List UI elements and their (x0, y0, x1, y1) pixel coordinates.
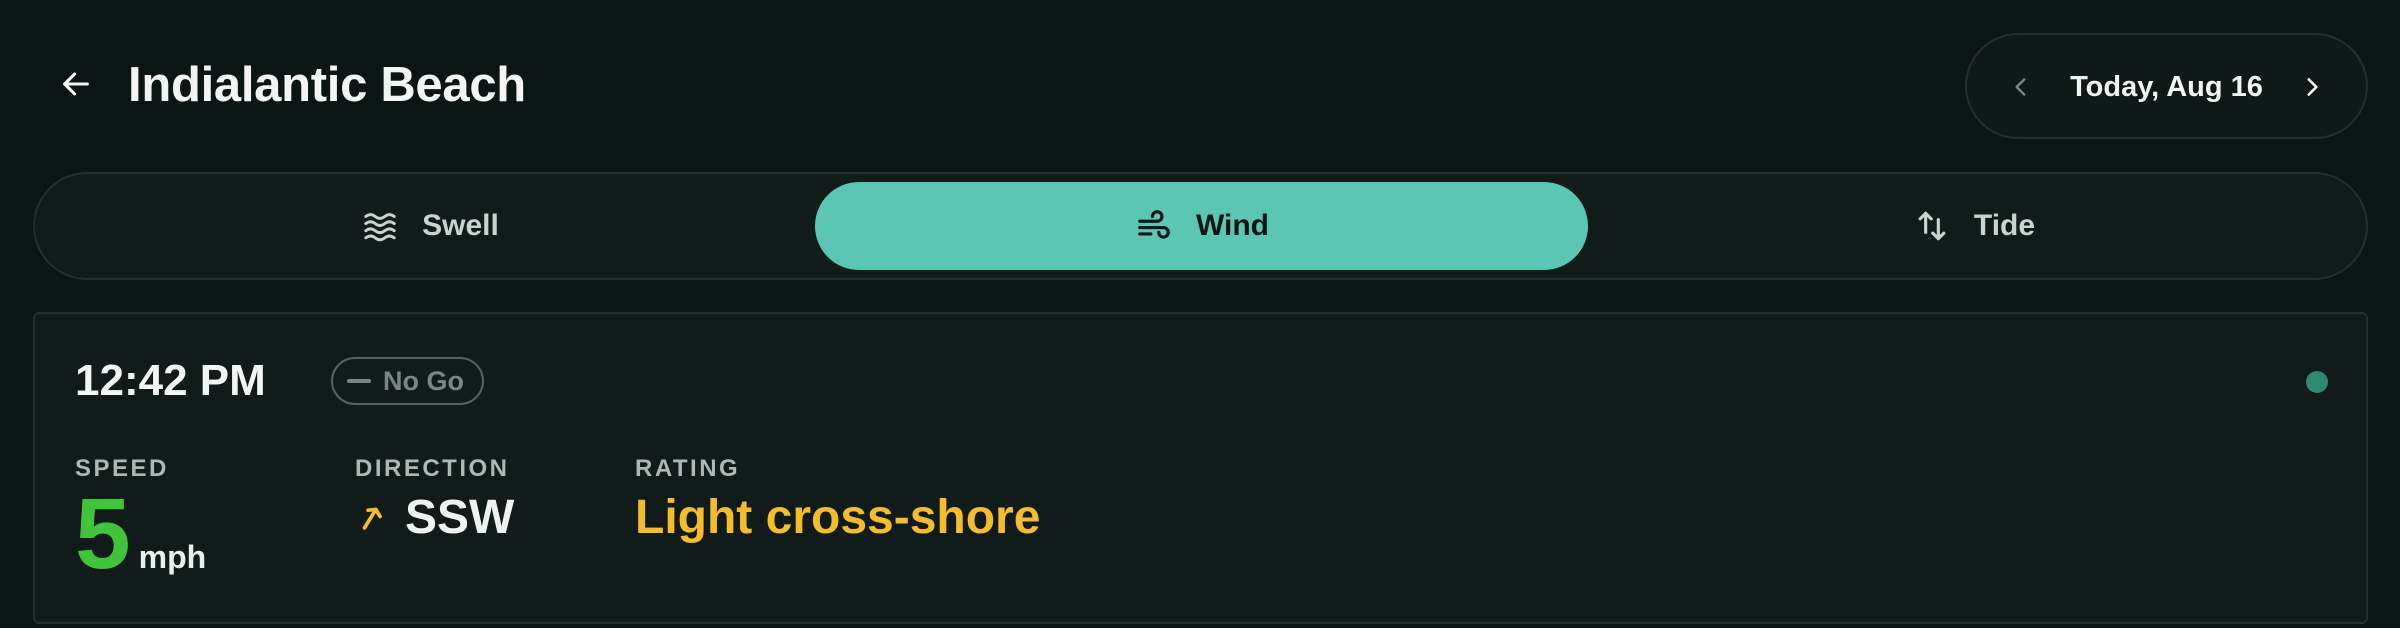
speed-value: 5 mph (75, 484, 206, 584)
tab-swell[interactable]: Swell (43, 182, 816, 270)
status-badge-label: No Go (383, 365, 464, 396)
speed-number: 5 (75, 478, 131, 590)
arrow-up-right-icon (355, 500, 391, 536)
back-button[interactable] (48, 56, 104, 112)
live-indicator-dot (2306, 371, 2328, 393)
swap-vertical-icon (1912, 206, 1952, 246)
date-navigator: Today, Aug 16 (1965, 33, 2368, 139)
direction-label: DIRECTION (355, 455, 510, 482)
tab-swell-label: Swell (422, 209, 499, 242)
dash-icon (347, 379, 371, 383)
speed-unit: mph (138, 539, 207, 575)
waves-icon (360, 206, 400, 246)
arrow-left-icon (63, 72, 89, 96)
tab-tide[interactable]: Tide (1587, 182, 2360, 270)
chevron-right-icon (2307, 78, 2318, 96)
rating-label: RATING (635, 455, 741, 482)
status-badge: No Go (331, 357, 484, 405)
tab-wind[interactable]: Wind (815, 182, 1588, 270)
tab-tide-label: Tide (1973, 209, 2036, 242)
wind-forecast-card: 12:42 PM No Go SPEED DIRECTION RATING 5 … (33, 312, 2368, 624)
header: Indialantic Beach Today, Aug 16 (0, 0, 2400, 170)
direction-text: SSW (405, 491, 515, 544)
forecast-time: 12:42 PM (75, 356, 266, 405)
tab-wind-label: Wind (1195, 209, 1270, 242)
next-day-button[interactable] (2288, 63, 2336, 111)
chevron-left-icon (2015, 78, 2026, 96)
previous-day-button[interactable] (1997, 63, 2045, 111)
rating-value: Light cross-shore (635, 491, 1041, 544)
forecast-tabs: Swell Wind Tide (33, 172, 2368, 280)
page-title: Indialantic Beach (128, 58, 526, 112)
direction-value: SSW (355, 490, 514, 546)
wind-icon (1134, 206, 1174, 246)
date-label: Today, Aug 16 (2070, 71, 2263, 103)
